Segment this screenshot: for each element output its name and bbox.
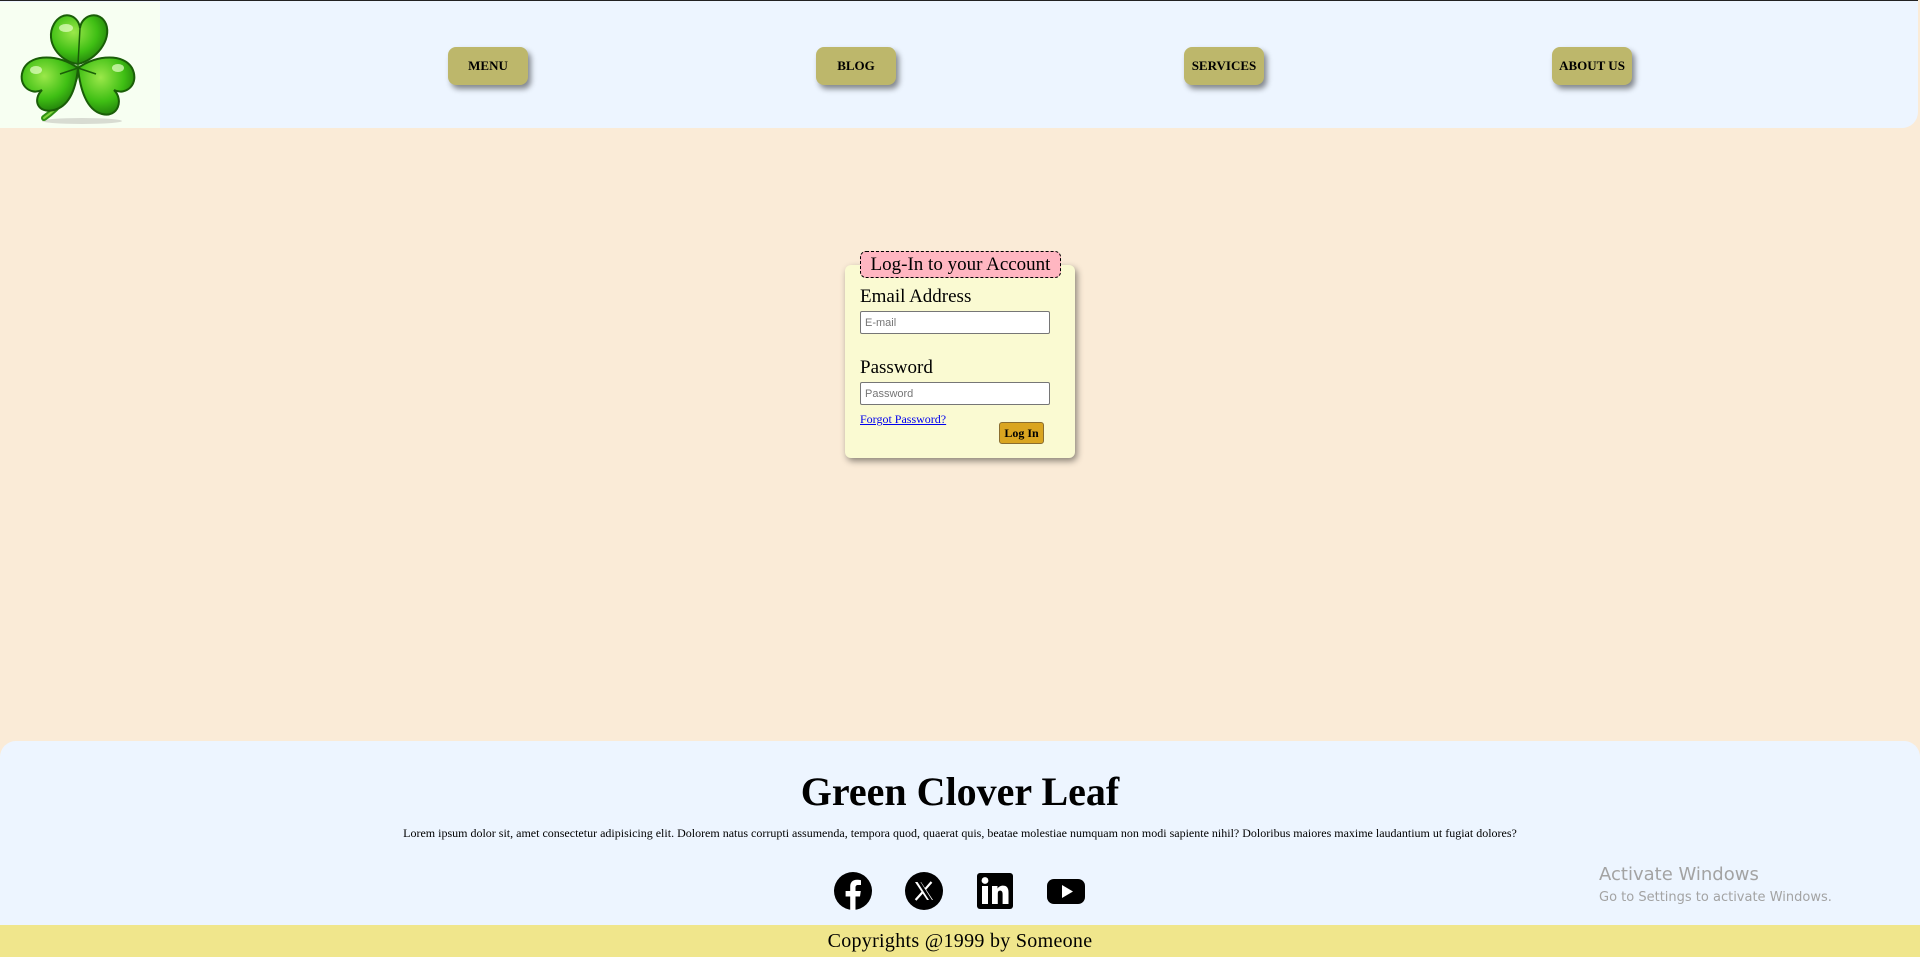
copyright-bar: Copyrights @1999 by Someone (0, 925, 1920, 957)
email-label: Email Address (860, 286, 972, 307)
forgot-password-link[interactable]: Forgot Password? (860, 412, 946, 427)
linkedin-icon[interactable] (976, 872, 1014, 910)
activate-windows-subtitle: Go to Settings to activate Windows. (1599, 890, 1832, 905)
footer-description: Lorem ipsum dolor sit, amet consectetur … (403, 826, 1517, 840)
nav-menu-button[interactable]: MENU (448, 47, 528, 85)
password-label: Password (860, 357, 933, 378)
activate-windows-title: Activate Windows (1599, 864, 1759, 885)
footer-title: Green Clover Leaf (800, 769, 1120, 814)
activate-windows-watermark: Activate Windows Go to Settings to activ… (1599, 864, 1832, 905)
four-leaf-clover-icon (20, 14, 136, 124)
logo[interactable] (0, 2, 160, 128)
password-input[interactable] (860, 382, 1050, 405)
site-header: MENU BLOG SERVICES ABOUT US (0, 0, 1918, 128)
login-form-legend: Log-In to your Account (860, 251, 1061, 278)
youtube-icon[interactable] (1047, 872, 1085, 910)
x-icon[interactable] (905, 872, 943, 910)
nav-blog-button[interactable]: BLOG (816, 47, 896, 85)
copyright-text: Copyrights @1999 by Someone (827, 929, 1093, 952)
login-button[interactable]: Log In (999, 422, 1044, 444)
nav-services-button[interactable]: SERVICES (1184, 47, 1264, 85)
email-input[interactable] (860, 311, 1050, 334)
nav-about-us-button[interactable]: ABOUT US (1552, 47, 1632, 85)
facebook-icon[interactable] (834, 872, 872, 910)
